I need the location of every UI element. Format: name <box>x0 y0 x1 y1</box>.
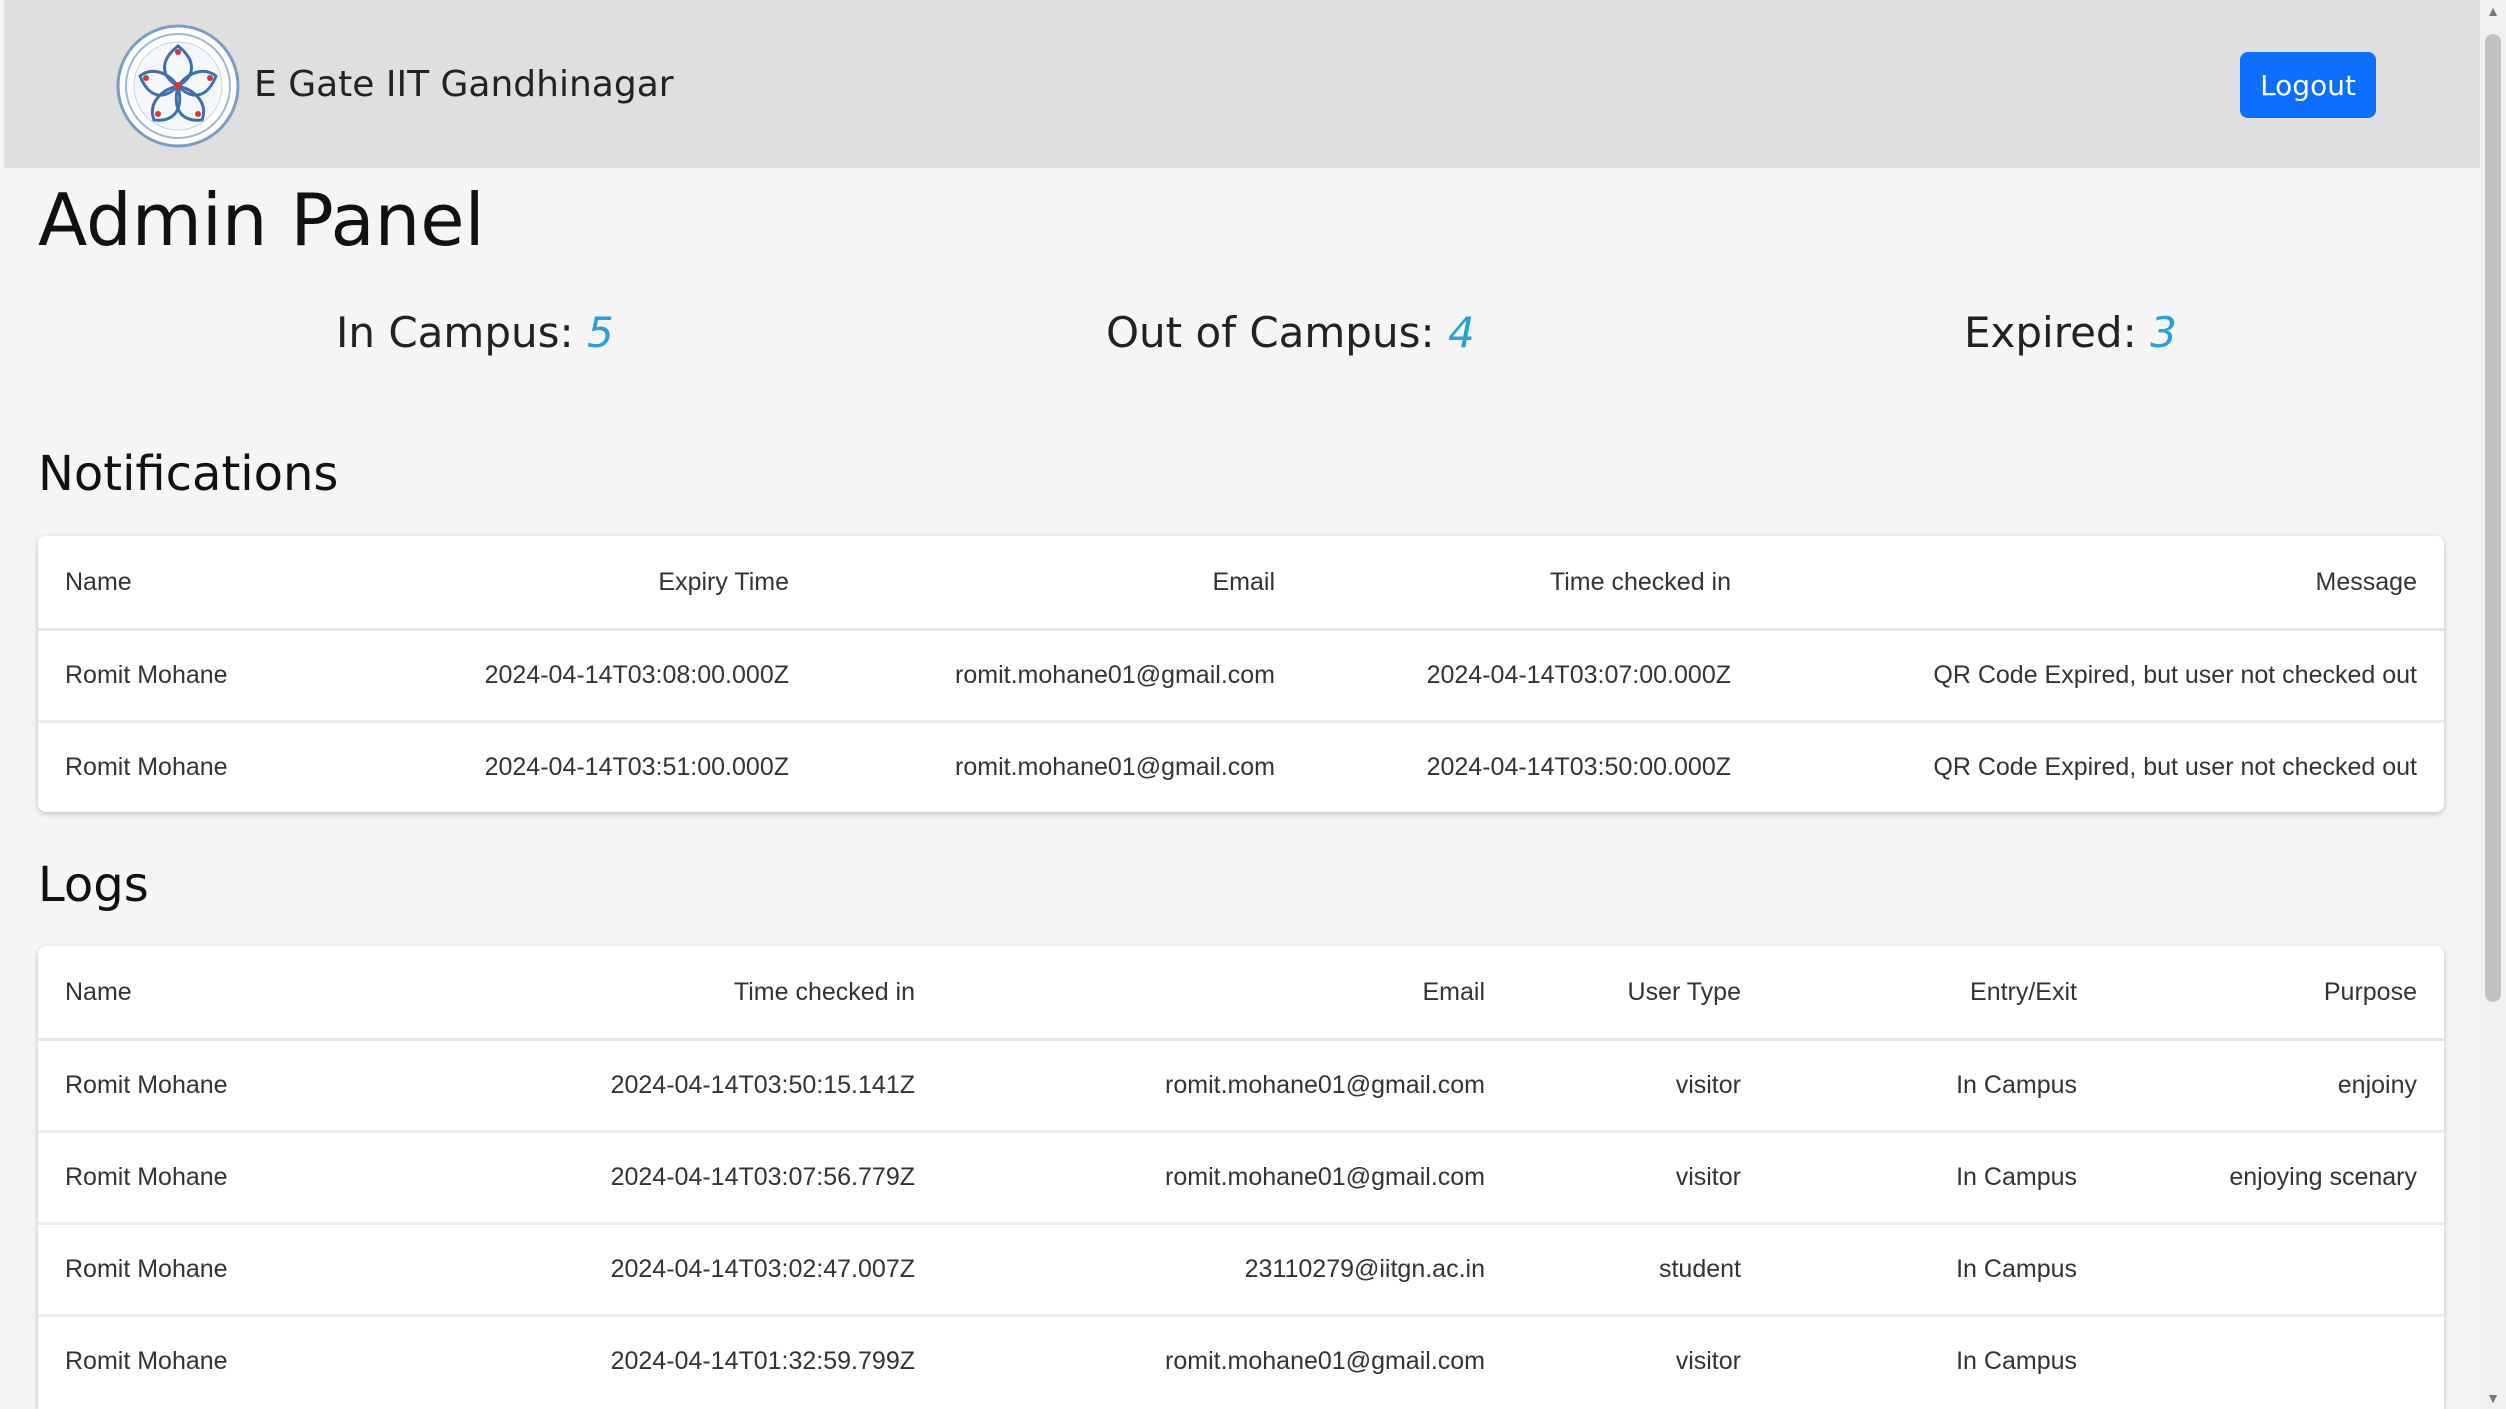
scroll-up-arrow-icon[interactable]: ▲ <box>2480 0 2506 22</box>
cell-time-checked-in: 2024-04-14T03:50:15.141Z <box>392 1039 942 1133</box>
column-header-name: Name <box>38 536 392 631</box>
logs-heading: Logs <box>38 857 149 913</box>
table-header-row: Name Time checked in Email User Type Ent… <box>38 946 2444 1041</box>
cell-time-checked-in: 2024-04-14T03:02:47.007Z <box>392 1223 942 1317</box>
cell-entry-exit: In Campus <box>1956 1347 2077 1375</box>
cell-message: QR Code Expired, but user not checked ou… <box>1758 629 2444 723</box>
cell-email: 23110279@iitgn.ac.in <box>942 1223 1512 1317</box>
column-header-email: Email <box>816 536 1302 631</box>
cell-message: QR Code Expired, but user not checked ou… <box>1933 753 2417 781</box>
scroll-down-arrow-icon[interactable]: ▼ <box>2480 1387 2506 1409</box>
brand-title[interactable]: E Gate IIT Gandhinagar <box>254 64 674 105</box>
cell-expiry-time: 2024-04-14T03:08:00.000Z <box>392 629 816 723</box>
column-header-time-checked-in: Time checked in <box>392 946 942 1041</box>
cell-user-type: student <box>1512 1223 1768 1317</box>
cell-name: Romit Mohane <box>65 1347 228 1375</box>
table-row: Romit Mohane 2024-04-14T03:02:47.007Z 23… <box>38 1223 2444 1317</box>
cell-purpose: enjoying scenary <box>2104 1131 2444 1225</box>
cell-name: Romit Mohane <box>38 1223 392 1317</box>
admin-page: E Gate IIT Gandhinagar Logout Admin Pane… <box>0 0 2506 1409</box>
notifications-table-card: Name Expiry Time Email Time checked in M… <box>38 536 2444 812</box>
column-header-expiry-time: Expiry Time <box>392 536 816 631</box>
column-header-purpose: Purpose <box>2104 946 2444 1041</box>
table-row: Romit Mohane 2024-04-14T01:32:59.799Z ro… <box>38 1316 2444 1407</box>
stat-in-campus: In Campus: 5 <box>336 308 614 357</box>
cell-email: romit.mohane01@gmail.com <box>1165 1347 1485 1375</box>
table-row: Romit Mohane 2024-04-14T03:08:00.000Z ro… <box>38 629 2444 723</box>
cell-time-checked-in: 2024-04-14T03:50:00.000Z <box>1426 753 1731 781</box>
column-header-name: Name <box>38 946 392 1041</box>
cell-name: Romit Mohane <box>38 1131 392 1225</box>
stat-label: In Campus: <box>336 308 574 357</box>
stat-label: Expired: <box>1964 308 2137 357</box>
cell-time-checked-in: 2024-04-14T01:32:59.799Z <box>610 1347 915 1375</box>
stat-value: 3 <box>2150 308 2177 357</box>
table-row: Romit Mohane 2024-04-14T03:50:15.141Z ro… <box>38 1039 2444 1133</box>
column-header-user-type: User Type <box>1512 946 1768 1041</box>
column-header-time-checked-in: Time checked in <box>1302 536 1758 631</box>
cell-entry-exit: In Campus <box>1768 1039 2104 1133</box>
cell-user-type: visitor <box>1512 1039 1768 1133</box>
table-row: Romit Mohane 2024-04-14T03:07:56.779Z ro… <box>38 1131 2444 1225</box>
stat-out-of-campus: Out of Campus: 4 <box>1106 308 1475 357</box>
institute-emblem-icon[interactable] <box>116 24 240 148</box>
cell-user-type: visitor <box>1675 1347 1741 1375</box>
cell-email: romit.mohane01@gmail.com <box>955 753 1275 781</box>
logs-table-card: Name Time checked in Email User Type Ent… <box>38 946 2444 1409</box>
cell-purpose <box>2104 1316 2444 1407</box>
stat-value: 4 <box>1447 308 1475 357</box>
cell-time-checked-in: 2024-04-14T03:07:56.779Z <box>392 1131 942 1225</box>
notifications-table: Name Expiry Time Email Time checked in M… <box>38 536 2444 812</box>
cell-email: romit.mohane01@gmail.com <box>942 1131 1512 1225</box>
stat-value: 5 <box>587 308 614 357</box>
logout-button[interactable]: Logout <box>2240 52 2376 118</box>
cell-expiry-time: 2024-04-14T03:51:00.000Z <box>484 753 789 781</box>
column-header-email: Email <box>942 946 1512 1041</box>
scrollbar-thumb[interactable] <box>2485 34 2501 1002</box>
cell-purpose: enjoiny <box>2104 1039 2444 1133</box>
cell-name: Romit Mohane <box>38 629 392 723</box>
navbar: E Gate IIT Gandhinagar Logout <box>4 0 2480 168</box>
cell-email: romit.mohane01@gmail.com <box>816 629 1302 723</box>
cell-name: Romit Mohane <box>38 1039 392 1133</box>
cell-time-checked-in: 2024-04-14T03:07:00.000Z <box>1302 629 1758 723</box>
column-header-message: Message <box>1758 536 2444 631</box>
column-header-entry-exit: Entry/Exit <box>1768 946 2104 1041</box>
cell-email: romit.mohane01@gmail.com <box>942 1039 1512 1133</box>
cell-entry-exit: In Campus <box>1768 1223 2104 1317</box>
table-header-row: Name Expiry Time Email Time checked in M… <box>38 536 2444 631</box>
page-title: Admin Panel <box>38 178 485 262</box>
notifications-heading: Notifications <box>38 446 339 502</box>
cell-entry-exit: In Campus <box>1768 1131 2104 1225</box>
stat-label: Out of Campus: <box>1106 308 1435 357</box>
cell-name: Romit Mohane <box>65 753 228 781</box>
cell-purpose <box>2104 1223 2444 1317</box>
vertical-scrollbar[interactable]: ▲ ▼ <box>2480 0 2506 1409</box>
stat-expired: Expired: 3 <box>1964 308 2177 357</box>
table-row: Romit Mohane 2024-04-14T03:51:00.000Z ro… <box>38 722 2444 813</box>
cell-user-type: visitor <box>1512 1131 1768 1225</box>
logs-table: Name Time checked in Email User Type Ent… <box>38 946 2444 1406</box>
